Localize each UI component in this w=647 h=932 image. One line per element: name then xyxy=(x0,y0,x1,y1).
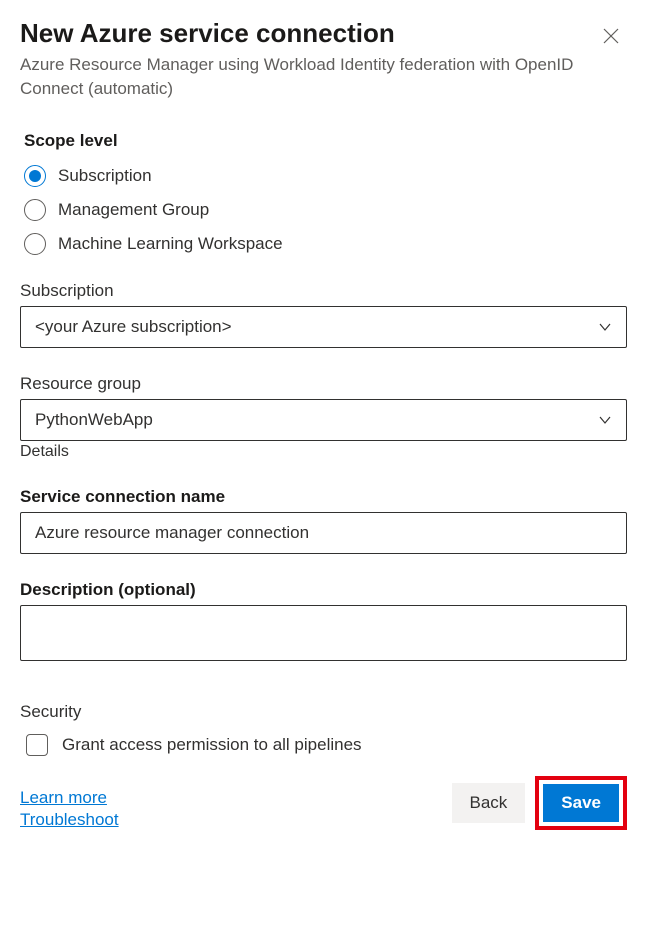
resource-group-value: PythonWebApp xyxy=(35,410,598,430)
service-name-input[interactable] xyxy=(20,512,627,554)
subscription-select[interactable]: <your Azure subscription> xyxy=(20,306,627,348)
scope-radio-group: Subscription Management Group Machine Le… xyxy=(24,165,627,255)
radio-icon xyxy=(24,233,46,255)
scope-level-label: Scope level xyxy=(24,131,627,151)
security-label: Security xyxy=(20,702,627,722)
radio-ml-workspace[interactable]: Machine Learning Workspace xyxy=(24,233,627,255)
resource-group-label: Resource group xyxy=(20,374,627,394)
radio-subscription[interactable]: Subscription xyxy=(24,165,627,187)
subscription-label: Subscription xyxy=(20,281,627,301)
grant-access-label: Grant access permission to all pipelines xyxy=(62,735,362,755)
learn-more-link[interactable]: Learn more xyxy=(20,788,119,808)
troubleshoot-link[interactable]: Troubleshoot xyxy=(20,810,119,830)
back-button[interactable]: Back xyxy=(452,783,526,823)
radio-icon xyxy=(24,165,46,187)
radio-label: Management Group xyxy=(58,200,209,220)
service-name-label: Service connection name xyxy=(20,487,627,507)
page-title: New Azure service connection xyxy=(20,18,580,49)
close-icon[interactable] xyxy=(603,28,619,44)
save-button-highlight: Save xyxy=(535,776,627,830)
radio-icon xyxy=(24,199,46,221)
description-label: Description (optional) xyxy=(20,580,627,600)
chevron-down-icon xyxy=(598,413,612,427)
resource-group-select[interactable]: PythonWebApp xyxy=(20,399,627,441)
page-subtitle: Azure Resource Manager using Workload Id… xyxy=(20,53,580,101)
checkbox-icon xyxy=(26,734,48,756)
radio-label: Machine Learning Workspace xyxy=(58,234,283,254)
resource-group-helper: Details xyxy=(20,443,627,461)
radio-label: Subscription xyxy=(58,166,152,186)
description-input[interactable] xyxy=(20,605,627,661)
chevron-down-icon xyxy=(598,320,612,334)
grant-access-checkbox-row[interactable]: Grant access permission to all pipelines xyxy=(26,734,627,756)
subscription-value: <your Azure subscription> xyxy=(35,317,598,337)
save-button[interactable]: Save xyxy=(543,784,619,822)
radio-management-group[interactable]: Management Group xyxy=(24,199,627,221)
